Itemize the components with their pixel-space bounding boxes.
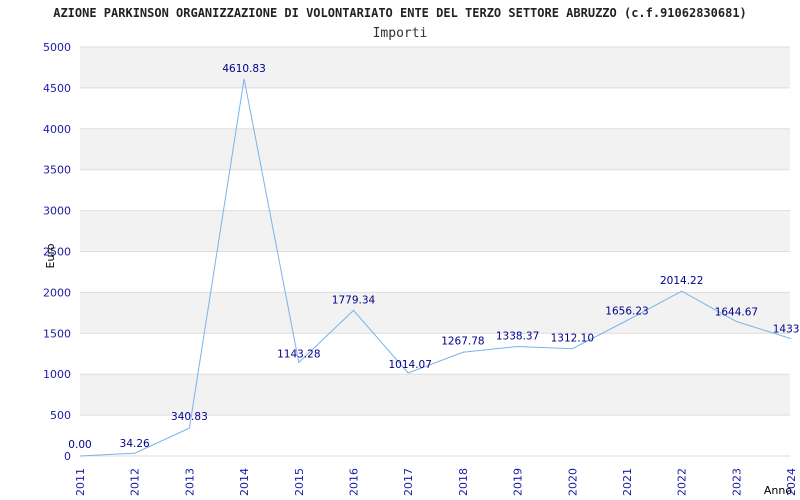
data-label: 1338.37 <box>496 331 539 343</box>
x-tick-label: 2022 <box>676 468 689 496</box>
y-tick-label: 1500 <box>43 327 71 340</box>
data-label: 0.00 <box>68 439 91 451</box>
data-label: 2014.22 <box>660 275 703 287</box>
x-tick-label: 2017 <box>402 468 415 496</box>
grid-bands <box>80 47 790 416</box>
x-tick-label: 2020 <box>566 468 579 496</box>
data-label: 1143.28 <box>277 348 320 360</box>
y-tick-label: 1000 <box>43 368 71 381</box>
line-chart: AZIONE PARKINSON ORGANIZZAZIONE DI VOLON… <box>43 6 800 497</box>
x-axis-label: Anno <box>764 484 792 497</box>
x-tick-label: 2011 <box>74 468 87 496</box>
y-tick-label: 2000 <box>43 286 71 299</box>
data-label: 1779.34 <box>332 294 376 306</box>
y-tick-label: 5000 <box>43 41 71 54</box>
x-tick-label: 2021 <box>621 468 634 496</box>
grid-band <box>80 374 790 416</box>
x-tick-label: 2013 <box>183 468 196 496</box>
y-tick-label: 3500 <box>43 164 71 177</box>
data-label: 1644.67 <box>715 306 758 318</box>
chart-title: AZIONE PARKINSON ORGANIZZAZIONE DI VOLON… <box>53 6 747 20</box>
grid-band <box>80 47 790 88</box>
data-label: 340.83 <box>171 411 208 423</box>
data-label: 34.26 <box>120 438 150 450</box>
data-label: 1656.23 <box>605 306 648 318</box>
grid-band <box>80 292 790 334</box>
grid-band <box>80 210 790 252</box>
data-label: 1433.7 <box>773 324 800 336</box>
data-label: 4610.83 <box>222 63 265 75</box>
x-tick-label: 2012 <box>129 468 142 496</box>
y-tick-label: 4500 <box>43 82 71 95</box>
x-tick-label: 2015 <box>293 468 306 496</box>
y-tick-label: 4000 <box>43 123 71 136</box>
grid-band <box>80 128 790 170</box>
x-tick-label: 2023 <box>730 468 743 496</box>
y-tick-label: 500 <box>50 409 71 422</box>
data-label: 1312.10 <box>551 333 594 345</box>
y-axis-label: Euro <box>44 243 57 268</box>
chart-subtitle: Importi <box>373 26 428 41</box>
x-axis-ticks: 2011 2012 2013 2014 2015 2016 2017 2018 2019 2020… <box>74 468 798 496</box>
x-tick-label: 2016 <box>348 468 361 496</box>
x-tick-label: 2014 <box>238 468 251 496</box>
y-tick-label: 0 <box>64 450 71 463</box>
data-label: 1267.78 <box>441 335 484 347</box>
data-label: 1014.07 <box>388 359 431 371</box>
y-tick-label: 3000 <box>43 205 71 218</box>
x-tick-label: 2018 <box>457 468 470 496</box>
x-tick-label: 2019 <box>512 468 525 496</box>
